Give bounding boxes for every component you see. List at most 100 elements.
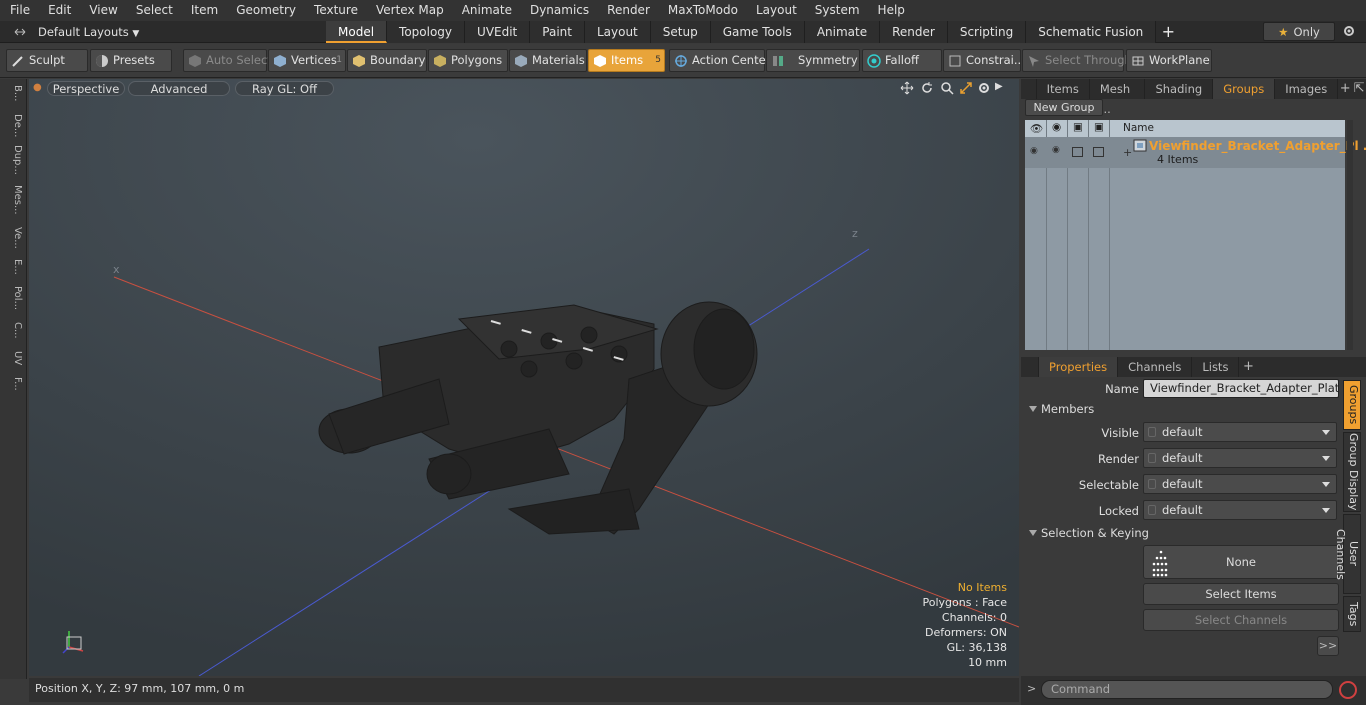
panel-expand-icon[interactable]: ⇱ xyxy=(1352,79,1366,99)
presets-button[interactable]: Presets xyxy=(90,49,172,72)
menu-select[interactable]: Select xyxy=(127,0,182,21)
falloff-button[interactable]: Falloff xyxy=(862,49,942,72)
group-row[interactable]: ◉ ◉ + Viewfinder_Bracket_Adapter_Pl ... … xyxy=(1025,137,1366,168)
vertices-button[interactable]: Vertices 1 xyxy=(268,49,346,72)
side-tab-user-channels[interactable]: User Channels xyxy=(1334,514,1361,594)
tab-scripting[interactable]: Scripting xyxy=(947,21,1027,43)
symmetry-button[interactable]: Symmetry xyxy=(766,49,860,72)
render-select[interactable]: default xyxy=(1143,448,1337,468)
tab-images[interactable]: Images xyxy=(1275,79,1339,99)
menu-dynamics[interactable]: Dynamics xyxy=(521,0,598,21)
materials-button[interactable]: Materials xyxy=(509,49,587,72)
menu-edit[interactable]: Edit xyxy=(39,0,80,21)
lock-icon[interactable]: ▣ xyxy=(1094,121,1104,133)
groups-scrollbar[interactable] xyxy=(1347,120,1353,350)
menu-file[interactable]: File xyxy=(0,0,39,21)
layout-selector[interactable]: Default Layouts ▼ xyxy=(6,21,139,43)
select-channels-button[interactable]: Select Channels xyxy=(1143,609,1339,631)
move-view-icon[interactable] xyxy=(900,81,914,95)
select-lock-icon[interactable]: ▣ xyxy=(1073,121,1083,133)
tool-tab-mesh[interactable]: Mes... xyxy=(3,185,23,215)
tab-model[interactable]: Model xyxy=(326,21,388,43)
3d-viewport[interactable]: x z ● Perspective Advanced Ray GL: Off ▶… xyxy=(29,79,1019,676)
only-toggle-button[interactable]: ★ Only xyxy=(1263,22,1335,41)
polygons-button[interactable]: Polygons xyxy=(428,49,508,72)
tab-items[interactable]: Items xyxy=(1037,79,1090,99)
visible-select[interactable]: default xyxy=(1143,422,1337,442)
menu-system[interactable]: System xyxy=(806,0,869,21)
tool-tab-edge[interactable]: E... xyxy=(3,259,23,275)
tool-tab-b[interactable]: B... xyxy=(3,85,23,101)
new-group-button[interactable]: New Group xyxy=(1025,99,1103,116)
menu-maxtomodo[interactable]: MaxToModo xyxy=(659,0,747,21)
select-items-button[interactable]: Select Items xyxy=(1143,583,1339,605)
tool-tab-curve[interactable]: C... xyxy=(3,322,23,339)
fit-view-icon[interactable] xyxy=(959,81,973,95)
expand-plus-icon[interactable]: + xyxy=(1123,146,1132,159)
tool-tab-fusion[interactable]: F... xyxy=(3,377,23,391)
workplane-button[interactable]: WorkPlane xyxy=(1126,49,1212,72)
tab-render[interactable]: Render xyxy=(880,21,948,43)
render-icon[interactable]: ◉ xyxy=(1052,121,1061,133)
row-render-icon[interactable]: ◉ xyxy=(1052,145,1060,155)
rotate-view-icon[interactable] xyxy=(920,81,934,95)
menu-layout[interactable]: Layout xyxy=(747,0,806,21)
menu-geometry[interactable]: Geometry xyxy=(227,0,305,21)
items-button[interactable]: Items 5 xyxy=(588,49,665,72)
tab-uvedit[interactable]: UVEdit xyxy=(465,21,531,43)
row-select-checkbox[interactable] xyxy=(1072,147,1083,157)
selectable-select[interactable]: default xyxy=(1143,474,1337,494)
tool-tab-uv[interactable]: UV xyxy=(3,351,23,365)
tab-paint[interactable]: Paint xyxy=(530,21,585,43)
tool-tab-vertex[interactable]: Ve... xyxy=(3,227,23,249)
name-column-header[interactable]: Name xyxy=(1123,122,1154,134)
side-tab-tags[interactable]: Tags xyxy=(1343,596,1361,632)
group-name-field[interactable]: Viewfinder_Bracket_Adapter_Plate (3) xyxy=(1143,379,1339,398)
selection-keying-section[interactable]: Selection & Keying xyxy=(1027,525,1337,541)
tab-lists[interactable]: Lists xyxy=(1192,357,1240,377)
row-lock-checkbox[interactable] xyxy=(1093,147,1104,157)
menu-vertex-map[interactable]: Vertex Map xyxy=(367,0,453,21)
side-tab-groups[interactable]: Groups xyxy=(1343,380,1361,430)
tab-mesh[interactable]: Mesh ... xyxy=(1090,79,1146,116)
add-properties-tab-button[interactable]: + xyxy=(1239,357,1257,377)
side-tab-group-display[interactable]: Group Display xyxy=(1343,432,1361,512)
viewport-menu-dot-icon[interactable]: ● xyxy=(33,82,42,93)
tab-game-tools[interactable]: Game Tools xyxy=(710,21,805,43)
tab-groups[interactable]: Groups xyxy=(1213,79,1276,99)
tool-tab-polygon[interactable]: Pol... xyxy=(3,286,23,310)
menu-item[interactable]: Item xyxy=(182,0,227,21)
sculpt-button[interactable]: Sculpt xyxy=(6,49,88,72)
locked-select[interactable]: default xyxy=(1143,500,1337,520)
tab-animate[interactable]: Animate xyxy=(804,21,881,43)
tool-tab-duplicate[interactable]: Dup... xyxy=(3,145,23,175)
view-mode-button[interactable]: Perspective xyxy=(47,81,125,96)
boundary-button[interactable]: Boundary xyxy=(347,49,427,72)
visibility-eye-icon[interactable]: 👁 xyxy=(1030,122,1043,135)
record-macro-icon[interactable] xyxy=(1339,681,1357,699)
action-center-button[interactable]: Action Center xyxy=(669,49,770,72)
none-button[interactable]: None xyxy=(1143,545,1339,579)
tab-schematic-fusion[interactable]: Schematic Fusion xyxy=(1026,21,1157,43)
tool-tab-deform[interactable]: De... xyxy=(3,114,23,137)
raygl-button[interactable]: Ray GL: Off xyxy=(235,81,334,96)
tab-setup[interactable]: Setup xyxy=(650,21,711,43)
row-eye-icon[interactable]: ◉ xyxy=(1030,146,1038,156)
command-input[interactable]: Command xyxy=(1041,680,1333,699)
panel-menu-dot-icon[interactable] xyxy=(1021,79,1037,99)
tab-properties[interactable]: Properties xyxy=(1039,357,1119,377)
menu-view[interactable]: View xyxy=(80,0,126,21)
constraints-button[interactable]: Constrai... xyxy=(943,49,1025,72)
members-section[interactable]: Members xyxy=(1027,401,1337,417)
menu-help[interactable]: Help xyxy=(869,0,914,21)
menu-animate[interactable]: Animate xyxy=(453,0,521,21)
viewport-expand-arrow-icon[interactable]: ▶ xyxy=(995,81,1003,92)
more-button[interactable]: >> xyxy=(1317,636,1339,656)
gear-icon[interactable] xyxy=(1342,24,1356,38)
menu-texture[interactable]: Texture xyxy=(305,0,367,21)
menu-render[interactable]: Render xyxy=(598,0,659,21)
select-through-button[interactable]: Select Through xyxy=(1022,49,1132,72)
tab-topology[interactable]: Topology xyxy=(387,21,466,43)
auto-select-button[interactable]: Auto Select xyxy=(183,49,272,72)
tab-channels[interactable]: Channels xyxy=(1118,357,1193,377)
